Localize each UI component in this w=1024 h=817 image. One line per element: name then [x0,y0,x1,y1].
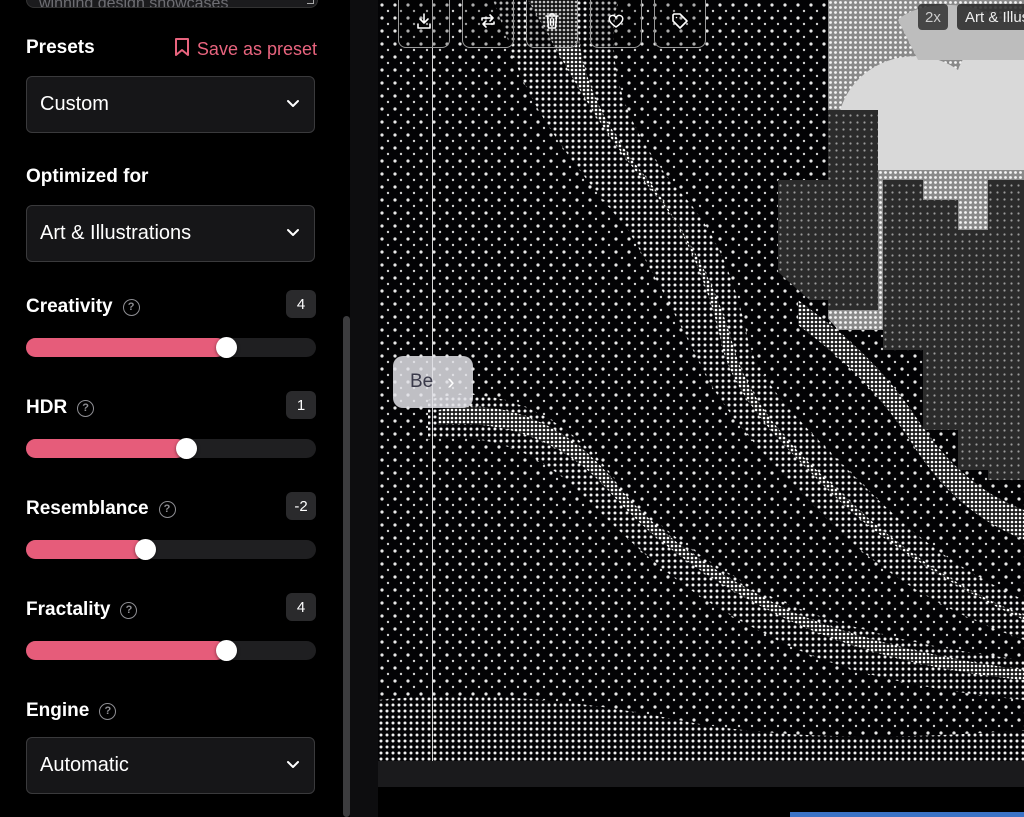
download-icon [415,12,433,35]
help-icon[interactable]: ? [99,702,117,720]
fractality-label-group: Fractality ? [26,599,138,621]
style-badge: Art & Illustrations [957,4,1024,30]
optimized-for-title: Optimized for [26,166,149,187]
image-toolbar [398,0,706,48]
save-as-preset-label: Save as preset [196,39,317,59]
chevron-right-icon: › [447,369,455,394]
fractality-label: Fractality [26,599,111,620]
compare-handle[interactable]: Be › [393,356,473,408]
hdr-label: HDR [26,397,68,418]
bookmark-icon [173,37,191,62]
resemblance-label: Resemblance [26,498,149,519]
engine-label-group: Engine ? [26,700,117,722]
scale-badge: 2x [918,4,948,30]
chevron-down-icon [286,754,300,777]
help-icon[interactable]: ? [120,601,138,619]
slider-fill [26,338,226,357]
tag-icon [671,12,689,35]
settings-sidebar: winning design showcases Presets Save as… [0,0,345,817]
blue-progress-strip [790,812,1024,817]
slider-thumb[interactable] [176,438,197,459]
repeat-icon [479,12,497,35]
regenerate-button[interactable] [462,0,514,48]
engine-select-value: Automatic [40,754,129,776]
resemblance-label-group: Resemblance ? [26,498,176,520]
prompt-textarea[interactable]: winning design showcases [26,0,318,8]
slider-thumb[interactable] [216,337,237,358]
save-as-preset-button[interactable]: Save as preset [173,37,317,62]
hdr-slider[interactable] [26,438,316,459]
preset-select-value: Custom [40,93,109,115]
fractality-slider[interactable] [26,640,316,661]
hdr-value: 1 [286,391,316,419]
favorite-button[interactable] [590,0,642,48]
slider-fill [26,540,145,559]
generated-image[interactable] [378,0,1024,761]
chevron-down-icon [286,222,300,245]
engine-title: Engine [26,700,90,721]
preset-select[interactable]: Custom [26,76,315,133]
help-icon[interactable]: ? [158,500,176,518]
hdr-label-group: HDR ? [26,397,95,419]
creativity-slider[interactable] [26,337,316,358]
download-button[interactable] [398,0,450,48]
slider-fill [26,439,186,458]
sidebar-scrollbar-thumb[interactable] [343,316,350,817]
trash-icon [543,12,561,35]
tag-button[interactable] [654,0,706,48]
help-icon[interactable]: ? [122,298,140,316]
chevron-down-icon [286,93,300,116]
fractality-value: 4 [286,593,316,621]
delete-button[interactable] [526,0,578,48]
creativity-value: 4 [286,290,316,318]
optimized-for-select[interactable]: Art & Illustrations [26,205,315,262]
resemblance-value: -2 [286,492,316,520]
optimized-for-select-value: Art & Illustrations [40,222,192,244]
slider-thumb[interactable] [135,539,156,560]
help-icon[interactable]: ? [77,399,95,417]
presets-title: Presets [26,37,95,58]
slider-thumb[interactable] [216,640,237,661]
slider-fill [26,641,226,660]
creativity-label-group: Creativity ? [26,296,140,318]
heart-icon [607,12,625,35]
compare-handle-label: Be [410,371,434,392]
image-bottom-strip [378,761,1024,787]
engine-select[interactable]: Automatic [26,737,315,794]
prompt-text: winning design showcases [39,0,228,7]
creativity-label: Creativity [26,296,113,317]
resemblance-slider[interactable] [26,539,316,560]
resize-grip-icon[interactable] [307,0,314,4]
